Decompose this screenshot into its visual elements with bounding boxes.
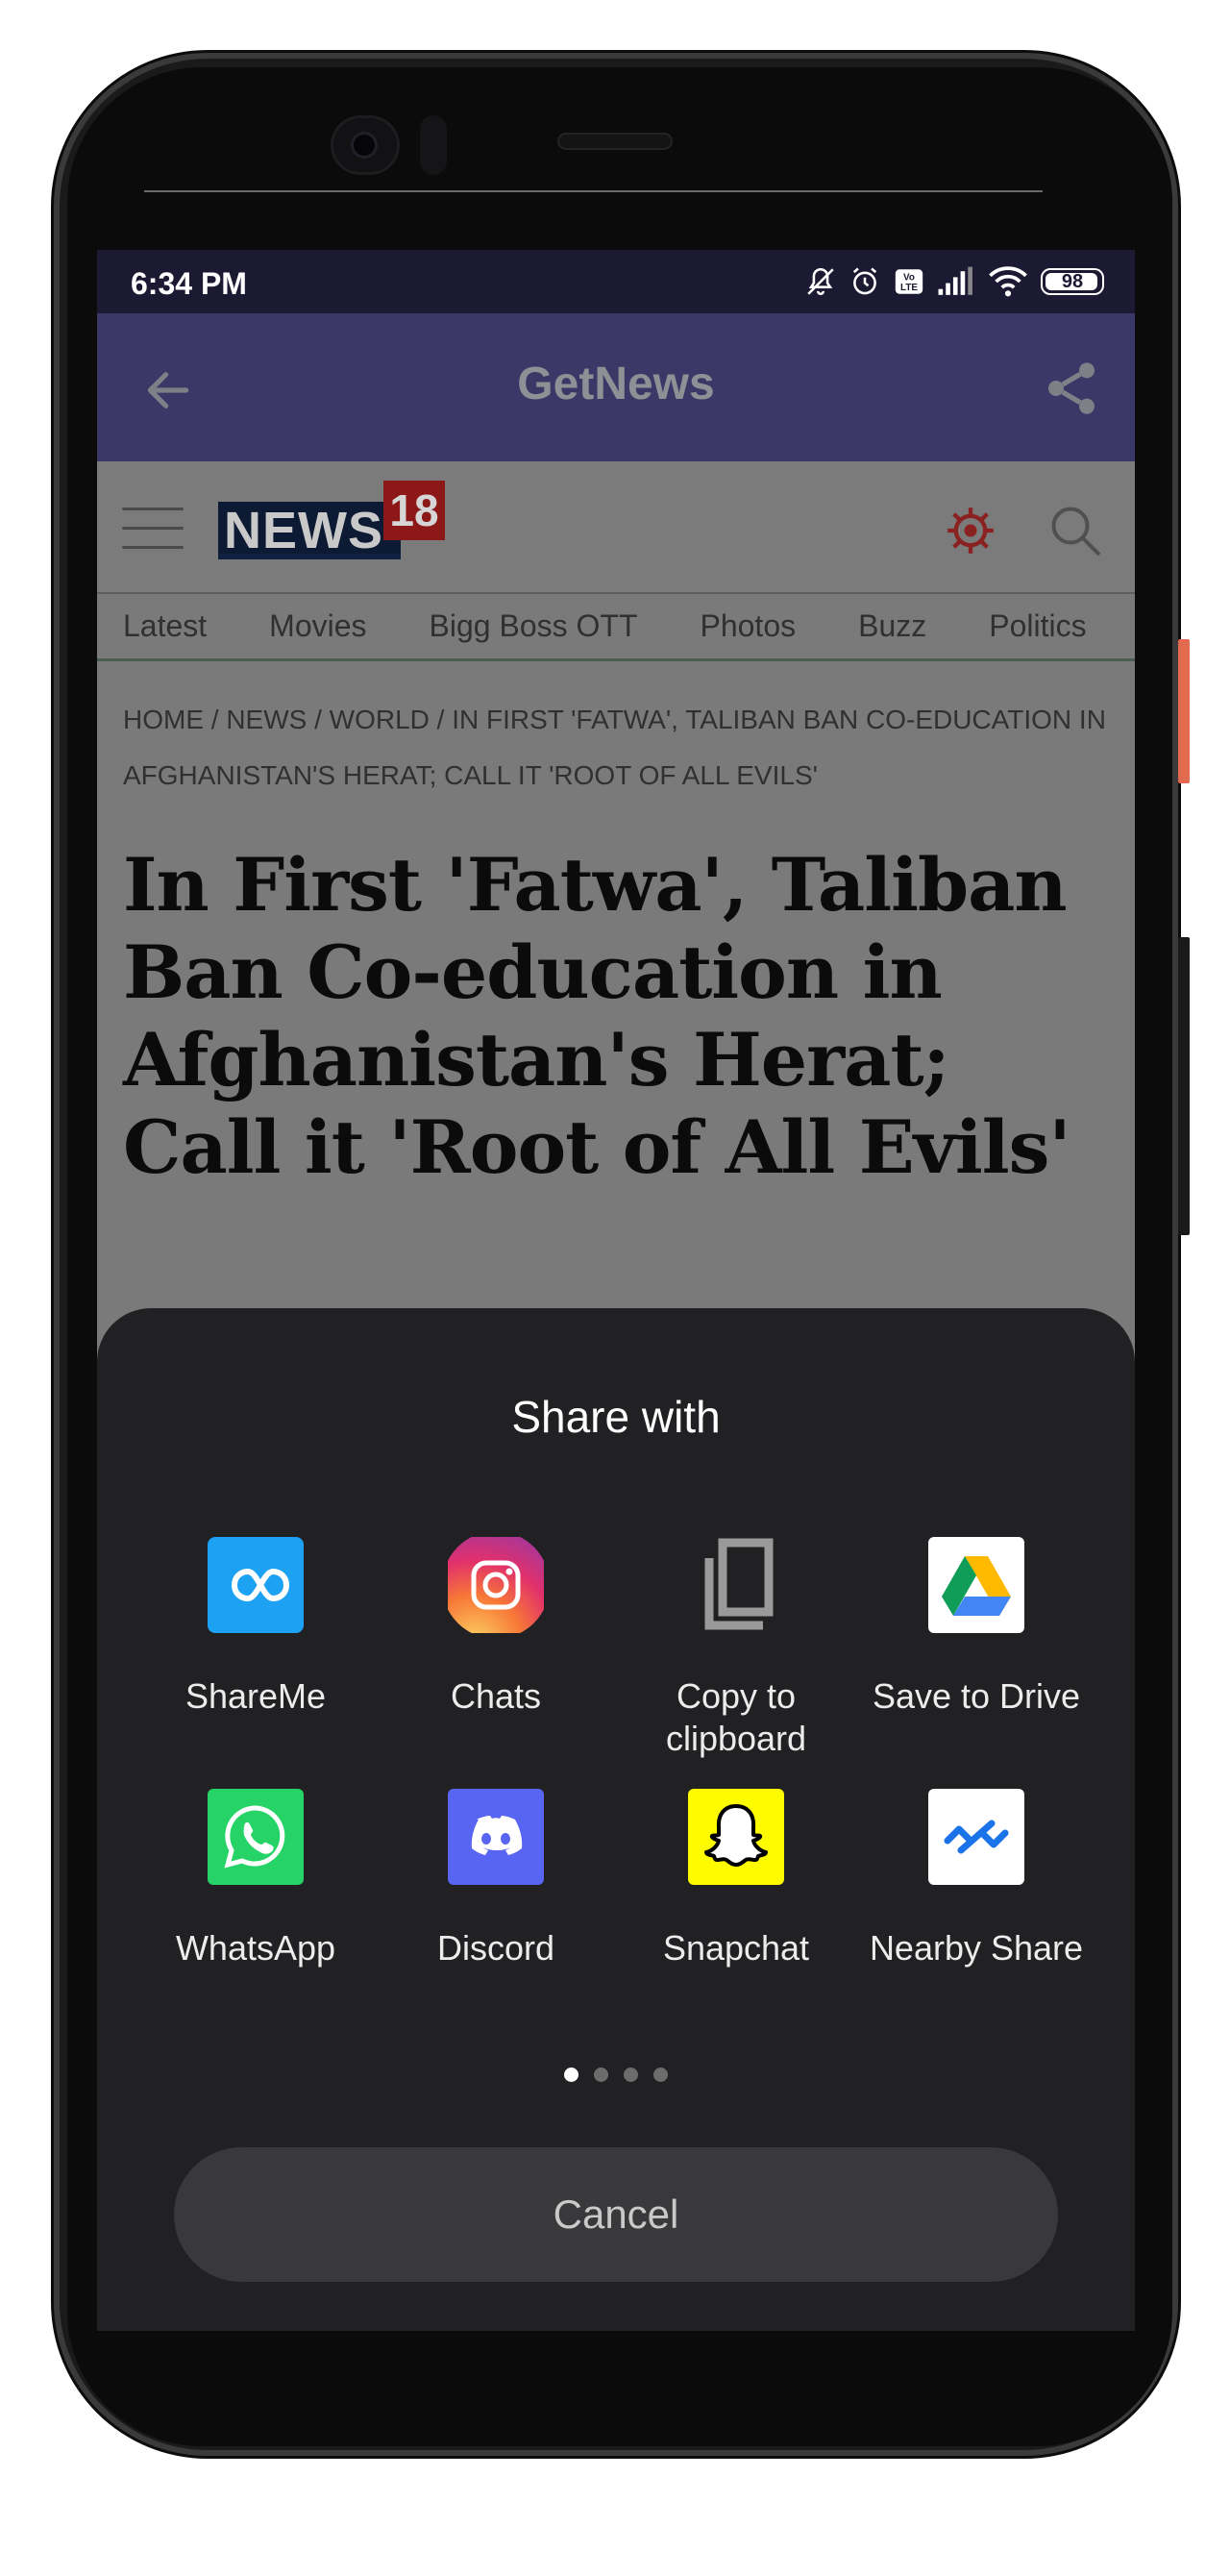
front-camera (331, 115, 400, 175)
share-icon[interactable] (1041, 358, 1102, 419)
mute-icon (807, 267, 834, 295)
share-label-shareme: ShareMe (184, 1676, 327, 1716)
proximity-sensor (420, 115, 447, 175)
svg-text:LTE: LTE (900, 283, 918, 293)
search-icon[interactable] (1046, 502, 1104, 559)
coronavirus-icon[interactable] (946, 506, 996, 556)
hamburger-menu-icon[interactable] (122, 508, 184, 552)
battery-percent: 98 (1061, 270, 1084, 292)
bezel-divider (144, 190, 1043, 192)
nav-item-movies[interactable]: Movies (269, 608, 366, 644)
nav-item-latest[interactable]: Latest (123, 608, 207, 644)
status-time: 6:34 PM (131, 266, 247, 301)
share-label-discord: Discord (436, 1928, 555, 1968)
battery-icon: 98 (1041, 268, 1104, 295)
share-label-copy-clipboard: Copy to clipboard (665, 1676, 807, 1758)
google-drive-icon (928, 1537, 1024, 1633)
wifi-icon (989, 266, 1027, 297)
logo-text: NEWS (218, 502, 401, 559)
nav-item-photos[interactable]: Photos (700, 608, 796, 644)
status-bar: 6:34 PM Vo LTE 98 (97, 250, 1135, 313)
page-dot-2[interactable] (594, 2068, 608, 2082)
nav-item-politics[interactable]: Politics (989, 608, 1086, 644)
breadcrumb[interactable]: HOME / NEWS / WORLD / IN FIRST 'FATWA', … (123, 692, 1113, 804)
signal-icon (938, 266, 972, 295)
nav-item-buzz[interactable]: Buzz (858, 608, 926, 644)
logo-number: 18 (383, 481, 445, 540)
share-label-nearby-share: Nearby Share (869, 1928, 1084, 1968)
alarm-icon (852, 267, 877, 295)
share-label-snapchat: Snapchat (662, 1928, 810, 1968)
page-indicator (97, 2068, 1135, 2082)
share-sheet: Share with ShareMe Chats Copy to clipboa… (97, 1308, 1135, 2331)
screen: 6:34 PM Vo LTE 98 GetNews NEWS 18 Latest… (97, 250, 1135, 2331)
page-dot-1[interactable] (564, 2068, 578, 2082)
snapchat-icon (688, 1789, 784, 1885)
svg-text:Vo: Vo (903, 273, 915, 284)
page-dot-3[interactable] (624, 2068, 638, 2082)
share-label-whatsapp: WhatsApp (175, 1928, 336, 1968)
copy-icon (704, 1538, 774, 1630)
app-title: GetNews (517, 359, 715, 409)
volume-button (1178, 937, 1190, 1235)
share-label-chats: Chats (450, 1676, 542, 1716)
app-bar: GetNews (97, 313, 1135, 461)
power-button (1178, 639, 1190, 783)
page-dot-4[interactable] (653, 2068, 668, 2082)
shareme-icon (208, 1537, 304, 1633)
site-nav: Latest Movies Bigg Boss OTT Photos Buzz … (97, 594, 1135, 661)
whatsapp-icon (208, 1789, 304, 1885)
share-sheet-title: Share with (511, 1392, 721, 1442)
nearby-share-icon (928, 1789, 1024, 1885)
share-label-save-to-drive: Save to Drive (872, 1676, 1081, 1716)
instagram-icon (448, 1537, 544, 1633)
earpiece-speaker (557, 133, 673, 150)
discord-icon (448, 1789, 544, 1885)
volte-icon: VoLTE (895, 269, 923, 294)
nav-item-bigg-boss-ott[interactable]: Bigg Boss OTT (430, 608, 638, 644)
status-icons: Vo LTE 98 (804, 263, 1104, 300)
camera-lens (354, 135, 375, 156)
site-header: NEWS 18 (97, 461, 1135, 594)
cancel-button[interactable]: Cancel (174, 2147, 1058, 2282)
article-headline: In First 'Fatwa', Taliban Ban Co-educati… (123, 842, 1071, 1190)
